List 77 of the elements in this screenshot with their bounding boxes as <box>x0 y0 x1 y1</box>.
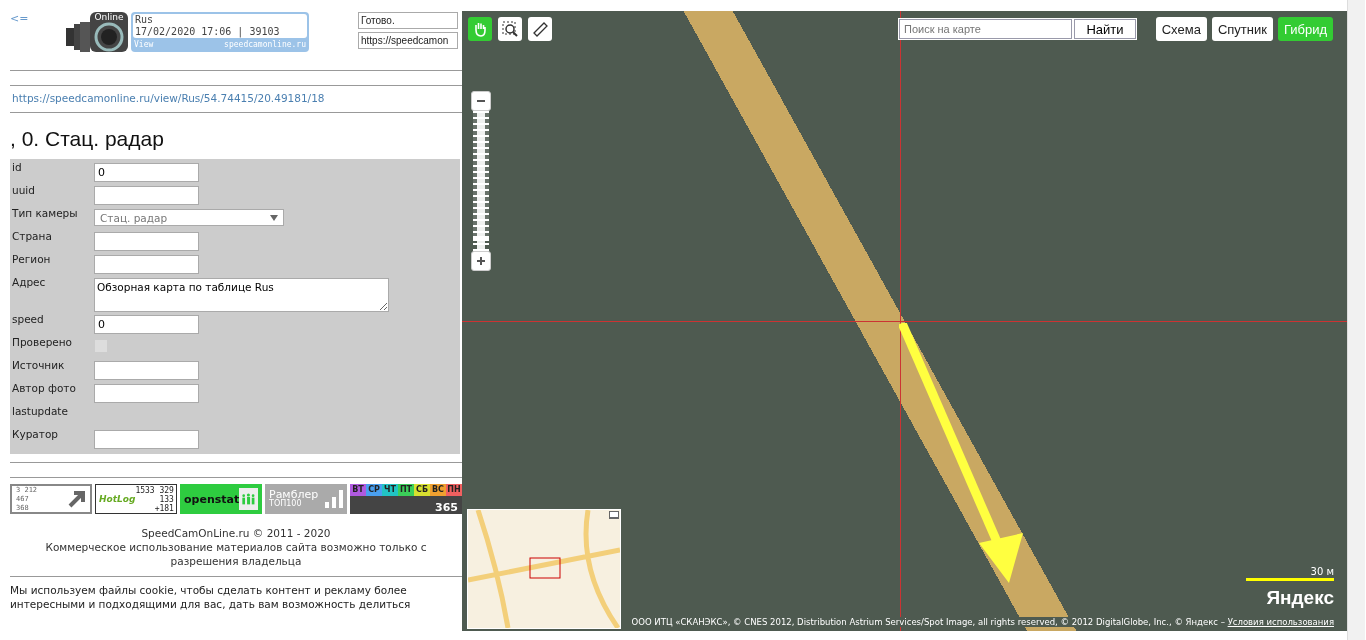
attribution-text: ООО ИТЦ «СКАНЭКС», © CNES 2012, Distribution Astrium Services/Spot Image, all rights reserved, © 2012 DigitalGlobe, Inc., © Яндекс – <box>631 617 1225 627</box>
text-field[interactable] <box>94 384 199 403</box>
openstat-counter[interactable]: openstat <box>180 484 262 514</box>
text-field[interactable] <box>94 361 199 380</box>
text-field[interactable] <box>94 430 199 449</box>
address-field[interactable]: Обзорная карта по таблице Rus <box>94 278 389 312</box>
view-area-frame <box>529 557 561 579</box>
field-label: Куратор <box>12 428 59 440</box>
text-field[interactable]: 0 <box>94 315 199 334</box>
permalink[interactable]: https://speedcamonline.ru/view/Rus/54.74415/20.49181/18 <box>12 92 462 104</box>
day-label: ПН <box>446 484 462 496</box>
zoom-in-button[interactable] <box>471 251 491 271</box>
plus-icon <box>476 256 486 266</box>
field-label: Источник <box>12 359 66 371</box>
zoom-out-button[interactable] <box>471 91 491 111</box>
arrow-icon <box>68 490 86 508</box>
day-label: ВТ <box>350 484 366 496</box>
day-label: СБ <box>414 484 430 496</box>
counter-number: 1533 329 <box>135 485 174 495</box>
text-field[interactable]: 0 <box>94 163 199 182</box>
hand-tool[interactable] <box>468 17 492 41</box>
map-logo: Яндекс <box>1266 587 1334 609</box>
text-field[interactable] <box>94 186 199 205</box>
hand-icon <box>472 21 488 37</box>
map-type-button[interactable]: Спутник <box>1211 17 1273 41</box>
bars-icon <box>325 490 343 508</box>
caret-icon <box>270 214 278 221</box>
status-field: https://speedcamon <box>358 32 458 49</box>
field-label: Регион <box>12 253 52 265</box>
field-label: uuid <box>12 184 36 196</box>
day-label: СР <box>366 484 382 496</box>
terms-link[interactable]: Условия использования <box>1227 617 1334 627</box>
page-title: , 0. Стац. радар <box>10 127 165 151</box>
rambler-sublabel: ТОП100 <box>269 499 302 508</box>
field-label: Адрес <box>12 276 47 288</box>
text-field[interactable] <box>94 255 199 274</box>
ruler-tool[interactable] <box>528 17 552 41</box>
text-field[interactable] <box>94 232 199 251</box>
zoom-area-tool[interactable] <box>498 17 522 41</box>
day-label: ВС <box>430 484 446 496</box>
datetime-text: 17/02/2020 17:06 | 39103 <box>135 26 281 38</box>
find-button[interactable]: Найти <box>1074 19 1136 39</box>
site-label: speedcamonline.ru <box>224 40 306 49</box>
field-label: Страна <box>12 230 53 242</box>
field-label: Проверено <box>12 336 74 348</box>
field-label: Автор фото <box>12 382 77 394</box>
counter-number: +181 <box>154 503 174 513</box>
map-search-field[interactable]: Поиск на карте <box>899 19 1072 39</box>
camera-type-dropdown[interactable]: Стац. радар <box>94 209 284 226</box>
scrollbar[interactable] <box>1347 0 1365 640</box>
hotlog-counter[interactable]: HotLog 1533 329 133 +181 <box>95 484 177 514</box>
brand-label: Online <box>94 12 124 22</box>
mode-label: View <box>134 40 154 49</box>
collapse-icon[interactable] <box>609 511 619 519</box>
field-label: id <box>12 161 23 173</box>
day-label: ЧТ <box>382 484 398 496</box>
notice-text: Коммерческое использование материалов сайта возможно только с разрешения владельца <box>44 540 428 568</box>
rambler-label: Рамблер <box>269 490 319 499</box>
day-label: ПТ <box>398 484 414 496</box>
map-type-button[interactable]: Схема <box>1155 17 1207 41</box>
copyright-text: SpeedCamOnLine.ru © 2011 - 2020 <box>140 526 332 540</box>
field-label: Тип камеры <box>12 207 79 219</box>
lens-icon <box>94 22 124 52</box>
people-icon <box>239 488 258 510</box>
satellite-map-photo[interactable] <box>462 11 1347 631</box>
hotlog-logo: HotLog <box>99 494 136 504</box>
ruler-icon <box>532 21 548 37</box>
scale-label: 30 м <box>1310 566 1334 577</box>
country-text: Rus <box>135 14 155 26</box>
field-label: lastupdate <box>12 405 69 417</box>
cookie-notice: Мы используем файлы cookie, чтобы сделать контент и рекламу более интересными и подходящими для вас, дать вам возможность делиться <box>10 583 412 611</box>
days-counter[interactable]: ВТ СР ЧТ ПТ СБ ВС ПН 365 <box>350 484 462 514</box>
field-label: speed <box>12 313 45 325</box>
counter-number: 365 <box>435 501 458 514</box>
counter-number: 133 <box>159 494 174 504</box>
magnifier-icon <box>502 21 518 37</box>
status-field: Готово. <box>358 12 458 29</box>
